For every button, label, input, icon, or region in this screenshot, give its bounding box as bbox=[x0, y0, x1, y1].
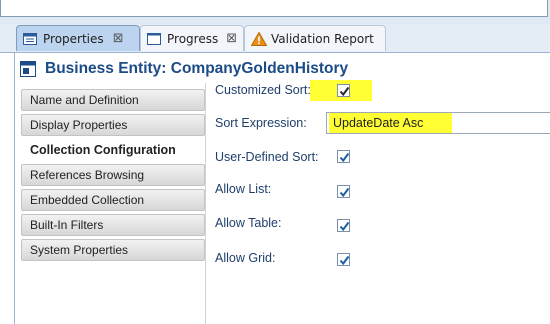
checkmark-icon bbox=[339, 152, 350, 163]
allow-grid-label: Allow Grid: bbox=[215, 251, 276, 265]
allow-list-row: Allow List: bbox=[215, 178, 271, 200]
tab-validation-report[interactable]: Validation Report bbox=[244, 25, 386, 51]
close-icon[interactable]: ⊠ bbox=[226, 32, 237, 45]
nav-item-label: Embedded Collection bbox=[30, 193, 145, 207]
customized-sort-label: Customized Sort: bbox=[215, 83, 311, 97]
page-title: Business Entity: CompanyGoldenHistory bbox=[20, 58, 348, 80]
customized-sort-row: Customized Sort: bbox=[215, 79, 311, 101]
tab-properties[interactable]: Properties ⊠ bbox=[16, 25, 140, 51]
warning-icon bbox=[250, 30, 268, 46]
nav-item-label: Display Properties bbox=[30, 118, 128, 132]
sort-expression-row: Sort Expression: bbox=[215, 112, 307, 134]
close-icon[interactable]: ⊠ bbox=[112, 32, 125, 45]
checkmark-icon bbox=[339, 187, 350, 198]
allow-table-label: Allow Table: bbox=[215, 216, 282, 230]
customized-sort-checkbox[interactable] bbox=[337, 84, 350, 97]
nav-item-label: System Properties bbox=[30, 243, 129, 257]
previous-panel-strip bbox=[0, 0, 550, 24]
tab-label: Properties bbox=[43, 31, 104, 46]
tab-bar: Properties ⊠ Progress ⊠ Validation Repor… bbox=[0, 24, 550, 53]
allow-list-checkbox[interactable] bbox=[337, 185, 350, 198]
allow-grid-row: Allow Grid: bbox=[215, 247, 275, 269]
nav-item-name-and-definition[interactable]: Name and Definition bbox=[21, 89, 205, 111]
tab-label: Validation Report bbox=[271, 31, 374, 46]
tab-progress[interactable]: Progress ⊠ bbox=[140, 25, 244, 51]
nav-item-references-browsing[interactable]: References Browsing bbox=[21, 164, 205, 186]
nav-item-label: References Browsing bbox=[30, 168, 145, 182]
sort-expression-value: UpdateDate Asc bbox=[333, 116, 424, 130]
checkmark-icon bbox=[339, 86, 350, 97]
nav-item-label: Built-In Filters bbox=[30, 218, 104, 232]
allow-table-row: Allow Table: bbox=[215, 212, 281, 234]
progress-icon bbox=[147, 32, 161, 46]
user-defined-sort-label: User-Defined Sort: bbox=[215, 150, 319, 164]
checkmark-icon bbox=[339, 255, 350, 266]
allow-table-checkbox[interactable] bbox=[337, 219, 350, 232]
allow-grid-checkbox[interactable] bbox=[337, 253, 350, 266]
entity-title-text: Business Entity: CompanyGoldenHistory bbox=[45, 60, 349, 77]
allow-list-label: Allow List: bbox=[215, 182, 272, 196]
nav-item-built-in-filters[interactable]: Built-In Filters bbox=[21, 214, 205, 236]
user-defined-sort-row: User-Defined Sort: bbox=[215, 146, 319, 168]
panel-divider bbox=[205, 83, 206, 324]
previous-panel-edge bbox=[0, 0, 548, 17]
nav-item-display-properties[interactable]: Display Properties bbox=[21, 114, 205, 136]
properties-icon bbox=[23, 32, 37, 46]
checkmark-icon bbox=[339, 221, 350, 232]
section-nav: Name and Definition Display Properties C… bbox=[21, 89, 205, 264]
user-defined-sort-checkbox[interactable] bbox=[337, 150, 350, 163]
nav-item-label: Collection Configuration bbox=[30, 143, 176, 157]
nav-item-embedded-collection[interactable]: Embedded Collection bbox=[21, 189, 205, 211]
business-entity-icon bbox=[20, 61, 36, 77]
sort-expression-input[interactable]: UpdateDate Asc bbox=[326, 112, 550, 134]
nav-item-label: Name and Definition bbox=[30, 93, 139, 107]
nav-item-collection-configuration[interactable]: Collection Configuration bbox=[21, 139, 205, 161]
tab-label: Progress bbox=[167, 31, 219, 46]
sort-expression-label: Sort Expression: bbox=[215, 116, 307, 130]
nav-item-system-properties[interactable]: System Properties bbox=[21, 239, 205, 261]
properties-panel: Business Entity: CompanyGoldenHistory Na… bbox=[14, 53, 550, 324]
